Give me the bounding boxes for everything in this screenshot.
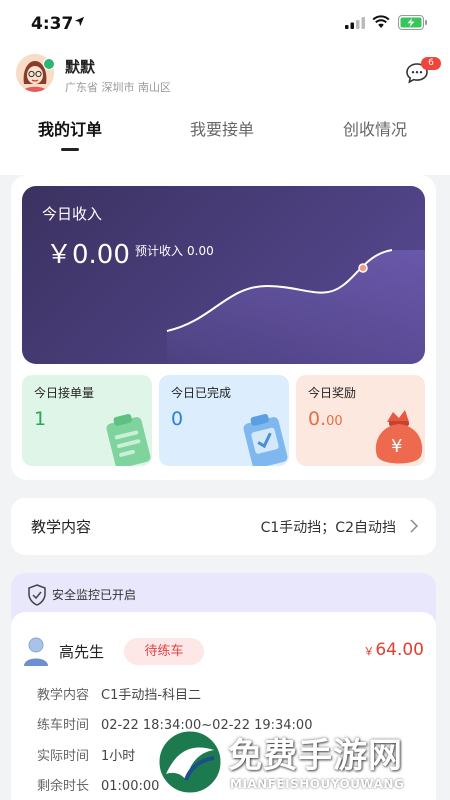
watermark-title: 免费手游网 (228, 736, 403, 776)
clipboard-icon (106, 413, 151, 466)
user-name: 默默 (65, 58, 96, 76)
shield-check-icon (28, 584, 46, 606)
row-value: 01:00:00 (101, 779, 160, 794)
estimate-label: 预计收入 (135, 244, 184, 258)
user-avatar-icon (24, 637, 48, 666)
location-arrow-icon (74, 16, 85, 27)
tab-earnings[interactable]: 创收情况 (343, 116, 407, 140)
svg-text:¥: ¥ (391, 436, 402, 457)
stat-value: 0.00 (308, 408, 343, 430)
teaching-value: C1手动挡；C2自动挡 (260, 520, 396, 536)
teaching-content-row[interactable]: 教学内容 C1手动挡；C2自动挡 (11, 498, 436, 555)
status-time: 4:37 (31, 14, 74, 34)
row-value: C1手动挡-科目二 (101, 688, 202, 703)
stat-title: 今日已完成 (171, 386, 232, 400)
income-amount: ￥0.00 (46, 240, 130, 270)
income-card[interactable]: 今日收入 ￥0.00 预计收入 0.00 (22, 186, 425, 364)
stat-title: 今日接单量 (34, 386, 95, 400)
stat-completed-today[interactable]: 今日已完成 0 (159, 375, 289, 466)
price-value: 64.00 (375, 640, 424, 660)
chevron-right-icon (410, 519, 418, 533)
tab-my-orders[interactable]: 我的订单 (38, 116, 102, 140)
cellular-signal-icon (345, 17, 365, 29)
price-currency: ￥ (363, 645, 375, 658)
watermark-subtitle: MIANFEISHOUYOUWANG (230, 777, 405, 791)
row-key: 实际时间 (37, 749, 90, 764)
customer-name: 高先生 (59, 643, 105, 661)
stat-orders-today[interactable]: 今日接单量 1 (22, 375, 152, 466)
stat-value-decimal: 00 (326, 414, 343, 429)
stat-value: 0 (171, 408, 184, 430)
verified-check-icon (43, 58, 55, 70)
message-badge: 6 (421, 57, 441, 70)
stat-value-main: 0. (308, 408, 327, 430)
estimate-value: 0.00 (187, 244, 214, 258)
row-key: 剩余时长 (37, 779, 90, 794)
security-text: 安全监控已开启 (52, 588, 137, 602)
stat-rewards-today[interactable]: 今日奖励 0.00 ¥ (296, 375, 425, 466)
tab-take-orders[interactable]: 我要接单 (190, 116, 254, 140)
watermark: 免费手游网 MIANFEISHOUYOUWANG (152, 724, 450, 800)
watermark-logo-icon (156, 728, 224, 796)
order-detail-row: 实际时间 1小时 (37, 745, 135, 764)
status-bar: 4:37 (0, 0, 450, 48)
row-value: 1小时 (101, 749, 136, 764)
stat-title: 今日奖励 (308, 386, 357, 400)
user-location: 广东省 深圳市 南山区 (65, 81, 171, 94)
order-detail-row: 教学内容 C1手动挡-科目二 (37, 684, 201, 703)
money-bag-icon: ¥ (375, 410, 423, 464)
active-tab-indicator (61, 148, 79, 151)
battery-charging-icon (398, 15, 427, 30)
checked-clipboard-icon (243, 413, 288, 466)
income-label: 今日收入 (42, 205, 103, 223)
order-price: ￥64.00 (363, 640, 424, 660)
teaching-label: 教学内容 (31, 518, 92, 536)
stat-value: 1 (34, 408, 47, 430)
row-key: 练车时间 (37, 718, 90, 733)
wifi-icon (372, 15, 390, 28)
order-status-badge: 待练车 (124, 638, 204, 665)
order-detail-row: 剩余时长 01:00:00 (37, 775, 159, 794)
income-estimate: 预计收入 0.00 (135, 242, 214, 259)
row-key: 教学内容 (37, 688, 90, 703)
